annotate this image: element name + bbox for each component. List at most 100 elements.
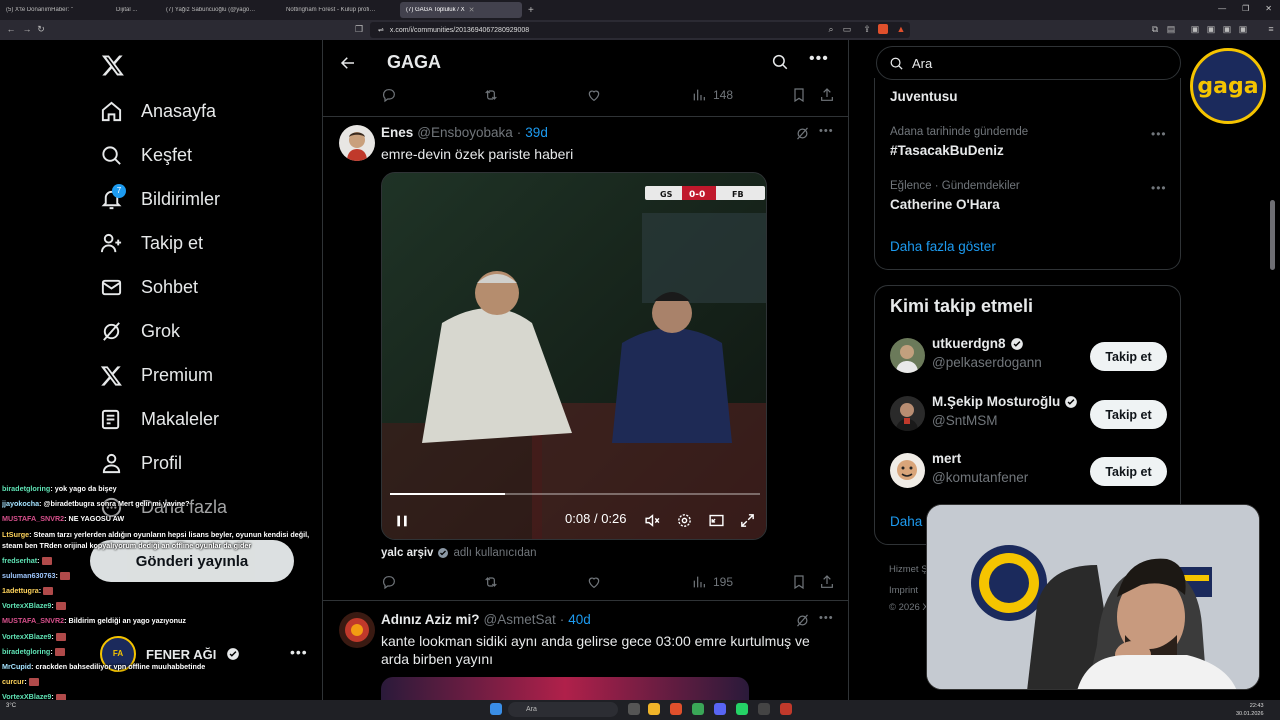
follow-button[interactable]: Takip et: [1090, 400, 1167, 429]
more-icon[interactable]: •••: [819, 125, 834, 137]
search-icon[interactable]: [771, 53, 789, 71]
chat-username[interactable]: 1adettugra: [2, 586, 39, 595]
avatar[interactable]: [890, 396, 925, 431]
chat-username[interactable]: MUSTAFA_SNVR2: [2, 514, 64, 523]
sidebar-item-home[interactable]: Anasayfa: [100, 100, 216, 123]
author-handle[interactable]: @Ensboyobaka: [417, 125, 513, 140]
browser-tab[interactable]: Dijital ...: [110, 2, 160, 18]
search-input[interactable]: Ara: [876, 46, 1181, 80]
post-date[interactable]: 39d: [525, 125, 548, 140]
bookmark-button[interactable]: [791, 87, 807, 103]
new-tab-button[interactable]: +: [522, 2, 540, 18]
chat-username[interactable]: biradetgloring: [2, 647, 50, 656]
author-name[interactable]: Enes: [381, 125, 413, 140]
brave-browser-icon[interactable]: [670, 703, 682, 715]
close-window-icon[interactable]: ✕: [1265, 4, 1272, 13]
picture-in-picture-icon[interactable]: [708, 512, 725, 529]
minimize-icon[interactable]: —: [1218, 4, 1226, 13]
grok-icon[interactable]: [795, 613, 810, 628]
reply-button[interactable]: [381, 574, 397, 590]
chat-username[interactable]: VortexXBlaze9: [2, 632, 51, 641]
sidebar-item-follow[interactable]: Takip et: [100, 232, 203, 255]
show-more-link[interactable]: Daha fazla göster: [890, 239, 996, 254]
follow-button[interactable]: Takip et: [1090, 342, 1167, 371]
avatar[interactable]: [339, 125, 375, 161]
avatar[interactable]: [339, 612, 375, 648]
attribution-source[interactable]: yalc arşiv: [381, 547, 433, 559]
sidebar-item-articles[interactable]: Makaleler: [100, 408, 219, 431]
video-progress-bar[interactable]: [390, 493, 760, 495]
file-explorer-icon[interactable]: [648, 703, 660, 715]
forward-icon[interactable]: →: [22, 24, 32, 34]
more-icon[interactable]: •••: [809, 50, 829, 68]
follow-suggestion[interactable]: M.Şekip Mosturoğlu @SntMSM Takip et: [890, 394, 1170, 434]
chat-username[interactable]: jjayokocha: [2, 499, 39, 508]
bookmark-icon[interactable]: ❒: [354, 24, 364, 34]
chat-username[interactable]: MUSTAFA_SNVR2: [2, 616, 64, 625]
repost-button[interactable]: [483, 87, 499, 103]
fullscreen-icon[interactable]: [739, 512, 756, 529]
share-icon[interactable]: ⇪: [862, 24, 872, 34]
more-icon[interactable]: •••: [1151, 127, 1167, 141]
sidebar-item-profile[interactable]: Profil: [100, 452, 182, 475]
browser-tab[interactable]: Nottingham Forest - Kulüp profili | T: [280, 2, 400, 18]
reload-icon[interactable]: ↻: [36, 24, 46, 34]
sidebar-icon[interactable]: ▤: [1166, 24, 1176, 34]
x-logo-icon[interactable]: [101, 53, 125, 77]
chat-username[interactable]: LtSurge: [2, 530, 29, 539]
brave-shield-icon[interactable]: [878, 24, 888, 34]
extension-icon[interactable]: ▣: [1238, 24, 1248, 34]
back-arrow-icon[interactable]: [339, 54, 357, 72]
extension-icon[interactable]: ▣: [1206, 24, 1216, 34]
footer-link[interactable]: Hizmet Ş: [889, 564, 928, 575]
grok-icon[interactable]: [795, 126, 810, 141]
whatsapp-icon[interactable]: [736, 703, 748, 715]
pause-icon[interactable]: [394, 513, 410, 529]
extension-icon[interactable]: ▣: [1190, 24, 1200, 34]
views-button[interactable]: 195: [691, 574, 733, 590]
chat-username[interactable]: MrCupid: [2, 662, 31, 671]
follow-button[interactable]: Takip et: [1090, 457, 1167, 486]
start-menu-icon[interactable]: [490, 703, 502, 715]
show-more-link[interactable]: Daha f: [890, 514, 930, 529]
screenshot-icon[interactable]: ▭: [842, 24, 852, 34]
browser-tab[interactable]: (5) X'te DonanımHaber: ": [0, 2, 110, 18]
browser-tab-active[interactable]: (7) GAGA Topluluk / X ✕: [400, 2, 522, 18]
extensions-icon[interactable]: ⧉: [1150, 24, 1160, 34]
author-name[interactable]: Adınız Aziz mi?: [381, 612, 480, 627]
site-info-icon[interactable]: ⇌: [378, 26, 384, 34]
follow-suggestion[interactable]: mert @komutanfener Takip et: [890, 451, 1170, 491]
post-date[interactable]: 40d: [568, 612, 591, 627]
zoom-icon[interactable]: ⌕: [826, 24, 836, 34]
author-handle[interactable]: @AsmetSat: [484, 612, 556, 627]
footer-link[interactable]: Imprint: [889, 585, 918, 596]
trend-title[interactable]: Catherine O'Hara: [890, 197, 1000, 212]
page-scrollbar[interactable]: [1270, 200, 1275, 270]
weather-widget[interactable]: 3°C: [6, 702, 16, 710]
avatar[interactable]: [890, 338, 925, 373]
more-icon[interactable]: •••: [1151, 181, 1167, 195]
alert-icon[interactable]: ▲: [896, 24, 906, 34]
extension-icon[interactable]: ▣: [1222, 24, 1232, 34]
settings-gear-icon[interactable]: [676, 512, 693, 529]
sidebar-item-chat[interactable]: Sohbet: [100, 276, 198, 299]
taskbar-clock[interactable]: 22:43 30.01.2026: [1236, 702, 1264, 718]
avatar[interactable]: [890, 453, 925, 488]
back-icon[interactable]: ←: [6, 24, 16, 34]
bookmark-button[interactable]: [791, 574, 807, 590]
like-button[interactable]: [586, 574, 602, 590]
chrome-icon[interactable]: [692, 703, 704, 715]
trend-title[interactable]: Juventusu: [890, 89, 958, 104]
chat-username[interactable]: VortexXBlaze9: [2, 601, 51, 610]
chat-username[interactable]: fredserhat: [2, 556, 37, 565]
chat-username[interactable]: suluman630763: [2, 571, 56, 580]
close-tab-icon[interactable]: ✕: [469, 6, 475, 14]
chat-username[interactable]: curcur: [2, 677, 24, 686]
sidebar-item-premium[interactable]: Premium: [100, 364, 213, 387]
app-icon[interactable]: [780, 703, 792, 715]
app-icon[interactable]: [758, 703, 770, 715]
post-media-preview[interactable]: [381, 677, 749, 700]
volume-icon[interactable]: [644, 512, 661, 529]
video-player[interactable]: GS 0-0 FB 0:08 / 0:26: [381, 172, 767, 540]
share-button[interactable]: [819, 574, 835, 590]
